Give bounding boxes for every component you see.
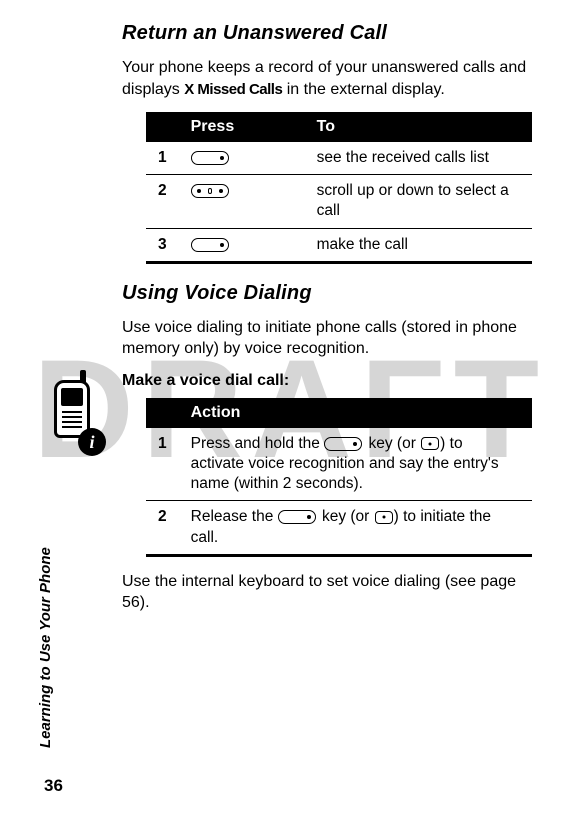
section-return-call: Return an Unanswered Call Your phone kee… <box>122 22 532 264</box>
action-text-mid: key (or <box>318 508 374 525</box>
intro-return-call: Your phone keeps a record of your unansw… <box>122 57 532 100</box>
small-key-icon <box>375 511 393 524</box>
phone-info-icon: i <box>50 380 110 466</box>
table-row: 1 see the received calls list <box>146 142 532 175</box>
to-cell: make the call <box>305 228 532 262</box>
action-cell: Release the key (or ) to initiate the ca… <box>179 501 532 555</box>
table-row: 3 make the call <box>146 228 532 262</box>
to-cell: scroll up or down to select a call <box>305 175 532 228</box>
page-number: 36 <box>44 776 63 796</box>
soft-key-icon <box>191 151 229 165</box>
step-number: 1 <box>146 428 179 501</box>
table-row: 2 Release the key (or ) to initiate the … <box>146 501 532 555</box>
action-text-pre: Press and hold the <box>191 435 325 452</box>
step-number: 2 <box>146 175 179 228</box>
step-number: 2 <box>146 501 179 555</box>
intro-voice-dialing: Use voice dialing to initiate phone call… <box>122 317 532 360</box>
table-row: 1 Press and hold the key (or ) to activa… <box>146 428 532 501</box>
section-voice-dialing: Using Voice Dialing Use voice dialing to… <box>122 282 532 614</box>
heading-return-call: Return an Unanswered Call <box>122 22 532 45</box>
action-text-pre: Release the <box>191 508 278 525</box>
press-cell <box>179 142 305 175</box>
step-number: 1 <box>146 142 179 175</box>
soft-key-icon <box>324 437 362 451</box>
col-to: To <box>305 112 532 142</box>
col-blank <box>146 112 179 142</box>
small-key-icon <box>421 437 439 450</box>
col-action: Action <box>179 398 532 428</box>
press-to-table: Press To 1 see the received calls list 2… <box>146 112 532 264</box>
lead-voice-dialing: Make a voice dial call: <box>122 372 532 390</box>
outro-voice-dialing: Use the internal keyboard to set voice d… <box>122 571 532 614</box>
action-table: Action 1 Press and hold the key (or ) to… <box>146 398 532 557</box>
press-cell <box>179 175 305 228</box>
intro-text-after: in the external display. <box>282 81 444 98</box>
col-blank <box>146 398 179 428</box>
soft-key-icon <box>191 238 229 252</box>
action-cell: Press and hold the key (or ) to activate… <box>179 428 532 501</box>
table-row: 2 scroll up or down to select a call <box>146 175 532 228</box>
side-section-label: Learning to Use Your Phone <box>37 547 54 748</box>
action-text-mid: key (or <box>364 435 420 452</box>
nav-key-icon <box>191 184 229 198</box>
soft-key-icon <box>278 510 316 524</box>
col-press: Press <box>179 112 305 142</box>
to-cell: see the received calls list <box>305 142 532 175</box>
heading-voice-dialing: Using Voice Dialing <box>122 282 532 305</box>
press-cell <box>179 228 305 262</box>
step-number: 3 <box>146 228 179 262</box>
intro-text-bold: X Missed Calls <box>184 81 282 98</box>
